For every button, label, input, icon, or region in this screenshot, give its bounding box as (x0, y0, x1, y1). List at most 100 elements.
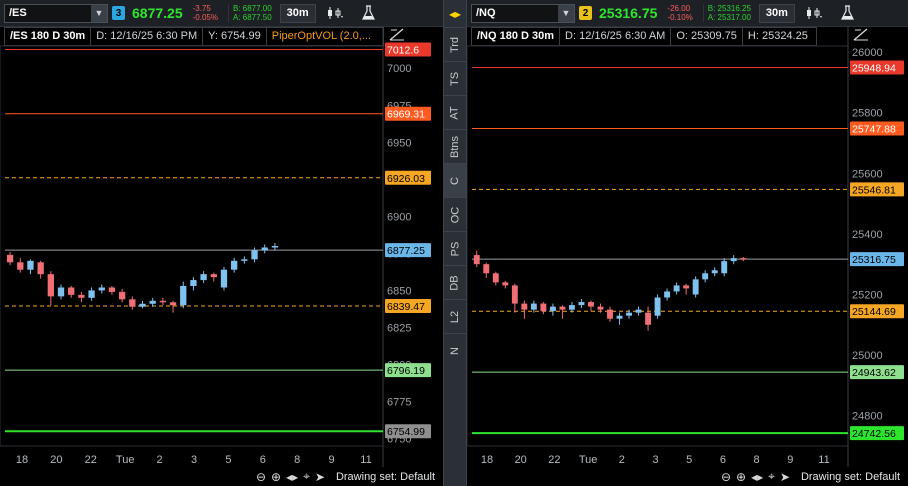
side-tab-trd[interactable]: Trd (444, 27, 466, 61)
candle-body (6, 254, 14, 263)
time-axis-label: 2 (157, 454, 163, 466)
time-axis-nq: ⊖ ⊕ ◂▸ ⌖ ➤ Drawing set: Default (467, 467, 908, 486)
candle-body (578, 302, 585, 306)
price-label: 6969.31 (385, 106, 431, 121)
zoom-in-icon[interactable]: ⊕ (271, 470, 281, 484)
chart-panel-nq[interactable]: /NQ ▼ 2 25316.75 -26.00 -0.10% B: 25316.… (467, 0, 908, 486)
chart-panel-es[interactable]: /ES ▼ 3 6877.25 -3.75 -0.05% B: 6877.00 … (0, 0, 443, 486)
price-axis-tick: 26000 (852, 47, 883, 59)
candle-body (271, 246, 279, 248)
price-axis-tick: 6950 (387, 137, 411, 149)
pan-arrows-icon[interactable]: ◂▸ (751, 470, 763, 484)
side-tab-db[interactable]: DB (444, 265, 466, 299)
side-tab-at[interactable]: AT (444, 95, 466, 129)
side-tab-label: TS (449, 71, 461, 86)
candle-body (530, 303, 537, 310)
candle-body (721, 261, 728, 274)
side-tab-label: Trd (449, 36, 461, 53)
zoom-in-icon[interactable]: ⊕ (736, 470, 746, 484)
price-label-text: 25546.81 (852, 184, 896, 196)
price-label-text: 24742.56 (852, 428, 896, 440)
candle-body (190, 280, 197, 286)
price-axis-tick: 6775 (387, 397, 411, 409)
candle-body (730, 258, 737, 262)
candle-body (220, 269, 228, 288)
time-axis-label: 6 (260, 454, 266, 466)
pointer-icon[interactable]: ➤ (780, 470, 790, 484)
drawing-set-label-nq[interactable]: Drawing set: Default (801, 471, 900, 483)
candle-body (492, 273, 499, 283)
candle-body (673, 285, 680, 292)
price-axis-tick: 6900 (387, 211, 411, 223)
crosshair-icon[interactable]: ⌖ (303, 469, 310, 484)
side-tab-label: Btns (449, 135, 462, 158)
side-tab-ts[interactable]: TS (444, 61, 466, 95)
candle-body (568, 305, 575, 310)
time-axis-label: 3 (191, 454, 197, 466)
side-tab-ps[interactable]: PS (444, 231, 466, 265)
side-arrows-icon[interactable]: ◂▸ (444, 0, 466, 27)
price-label: 6926.03 (385, 170, 431, 185)
candle-body (17, 262, 24, 270)
candle-body (47, 274, 54, 297)
pan-arrows-icon[interactable]: ◂▸ (286, 470, 298, 484)
candle-body (68, 287, 75, 295)
candle-body (169, 302, 177, 306)
plot-area (467, 45, 849, 447)
crosshair-icon[interactable]: ⌖ (768, 469, 775, 484)
candle-body (626, 312, 632, 316)
candle-body (200, 274, 207, 281)
side-tab-oc[interactable]: OC (444, 197, 466, 231)
side-tab-label: PS (449, 241, 461, 256)
side-tab-c[interactable]: C (444, 163, 466, 197)
time-axis-label: 6 (720, 454, 726, 466)
time-axis-label: 8 (294, 454, 300, 466)
price-label: 25948.94 (850, 60, 904, 75)
price-label-text: 24943.62 (852, 367, 896, 379)
candle-body (692, 279, 699, 295)
candle-body (635, 309, 642, 313)
time-axis-label: 22 (85, 454, 97, 466)
candle-body (129, 299, 136, 307)
side-tab-label: C (448, 176, 461, 185)
price-chart-nq[interactable]: 26000 25800 25600 25400 25200 25000 24800 25948… (467, 0, 908, 467)
candle-body (597, 306, 604, 310)
price-label: 25546.81 (850, 182, 904, 197)
candle-body (616, 315, 623, 319)
pointer-icon[interactable]: ➤ (315, 470, 325, 484)
candle-body (139, 303, 146, 307)
price-axis-tick: 6825 (387, 322, 411, 334)
price-axis-tick: 25400 (852, 229, 883, 241)
price-chart-es[interactable]: 7000697569506925690068756850682568006775… (0, 0, 443, 467)
time-axis-label: 18 (481, 454, 493, 466)
price-label-text: 25144.69 (852, 306, 896, 318)
time-axis-label: 18 (16, 454, 28, 466)
candle-body (559, 306, 566, 310)
zoom-out-icon[interactable]: ⊖ (721, 470, 731, 484)
time-axis-label: 20 (50, 454, 62, 466)
candle-body (27, 260, 34, 270)
price-label-text: 6839.47 (387, 301, 425, 313)
price-label-text: 25948.94 (852, 63, 896, 75)
price-label-text: 25316.75 (852, 254, 896, 266)
candle-body (251, 250, 258, 260)
candle-body (511, 285, 518, 304)
side-tab-label: AT (449, 105, 461, 120)
candle-body (540, 303, 547, 312)
price-axis-tick: 6850 (387, 285, 411, 297)
price-label: 24742.56 (850, 426, 904, 441)
price-label-text: 6969.31 (387, 109, 425, 121)
drawing-set-label-es[interactable]: Drawing set: Default (336, 471, 435, 483)
time-axis-label: 5 (225, 454, 231, 466)
candle-body (98, 287, 105, 291)
side-tab-l2[interactable]: L2 (444, 299, 466, 333)
price-axis-tick: 25800 (852, 108, 883, 120)
chart-tools-es: ⊖ ⊕ ◂▸ ⌖ ➤ Drawing set: Default (256, 467, 435, 486)
side-tab-btns[interactable]: Btns (444, 129, 466, 163)
zoom-out-icon[interactable]: ⊖ (256, 470, 266, 484)
time-axis-es: ⊖ ⊕ ◂▸ ⌖ ➤ Drawing set: Default (0, 467, 443, 486)
side-tab-label: DB (449, 274, 461, 291)
side-tab-n[interactable]: N (444, 333, 466, 367)
time-axis-label: 11 (360, 454, 371, 466)
time-axis-label: 9 (787, 454, 793, 466)
